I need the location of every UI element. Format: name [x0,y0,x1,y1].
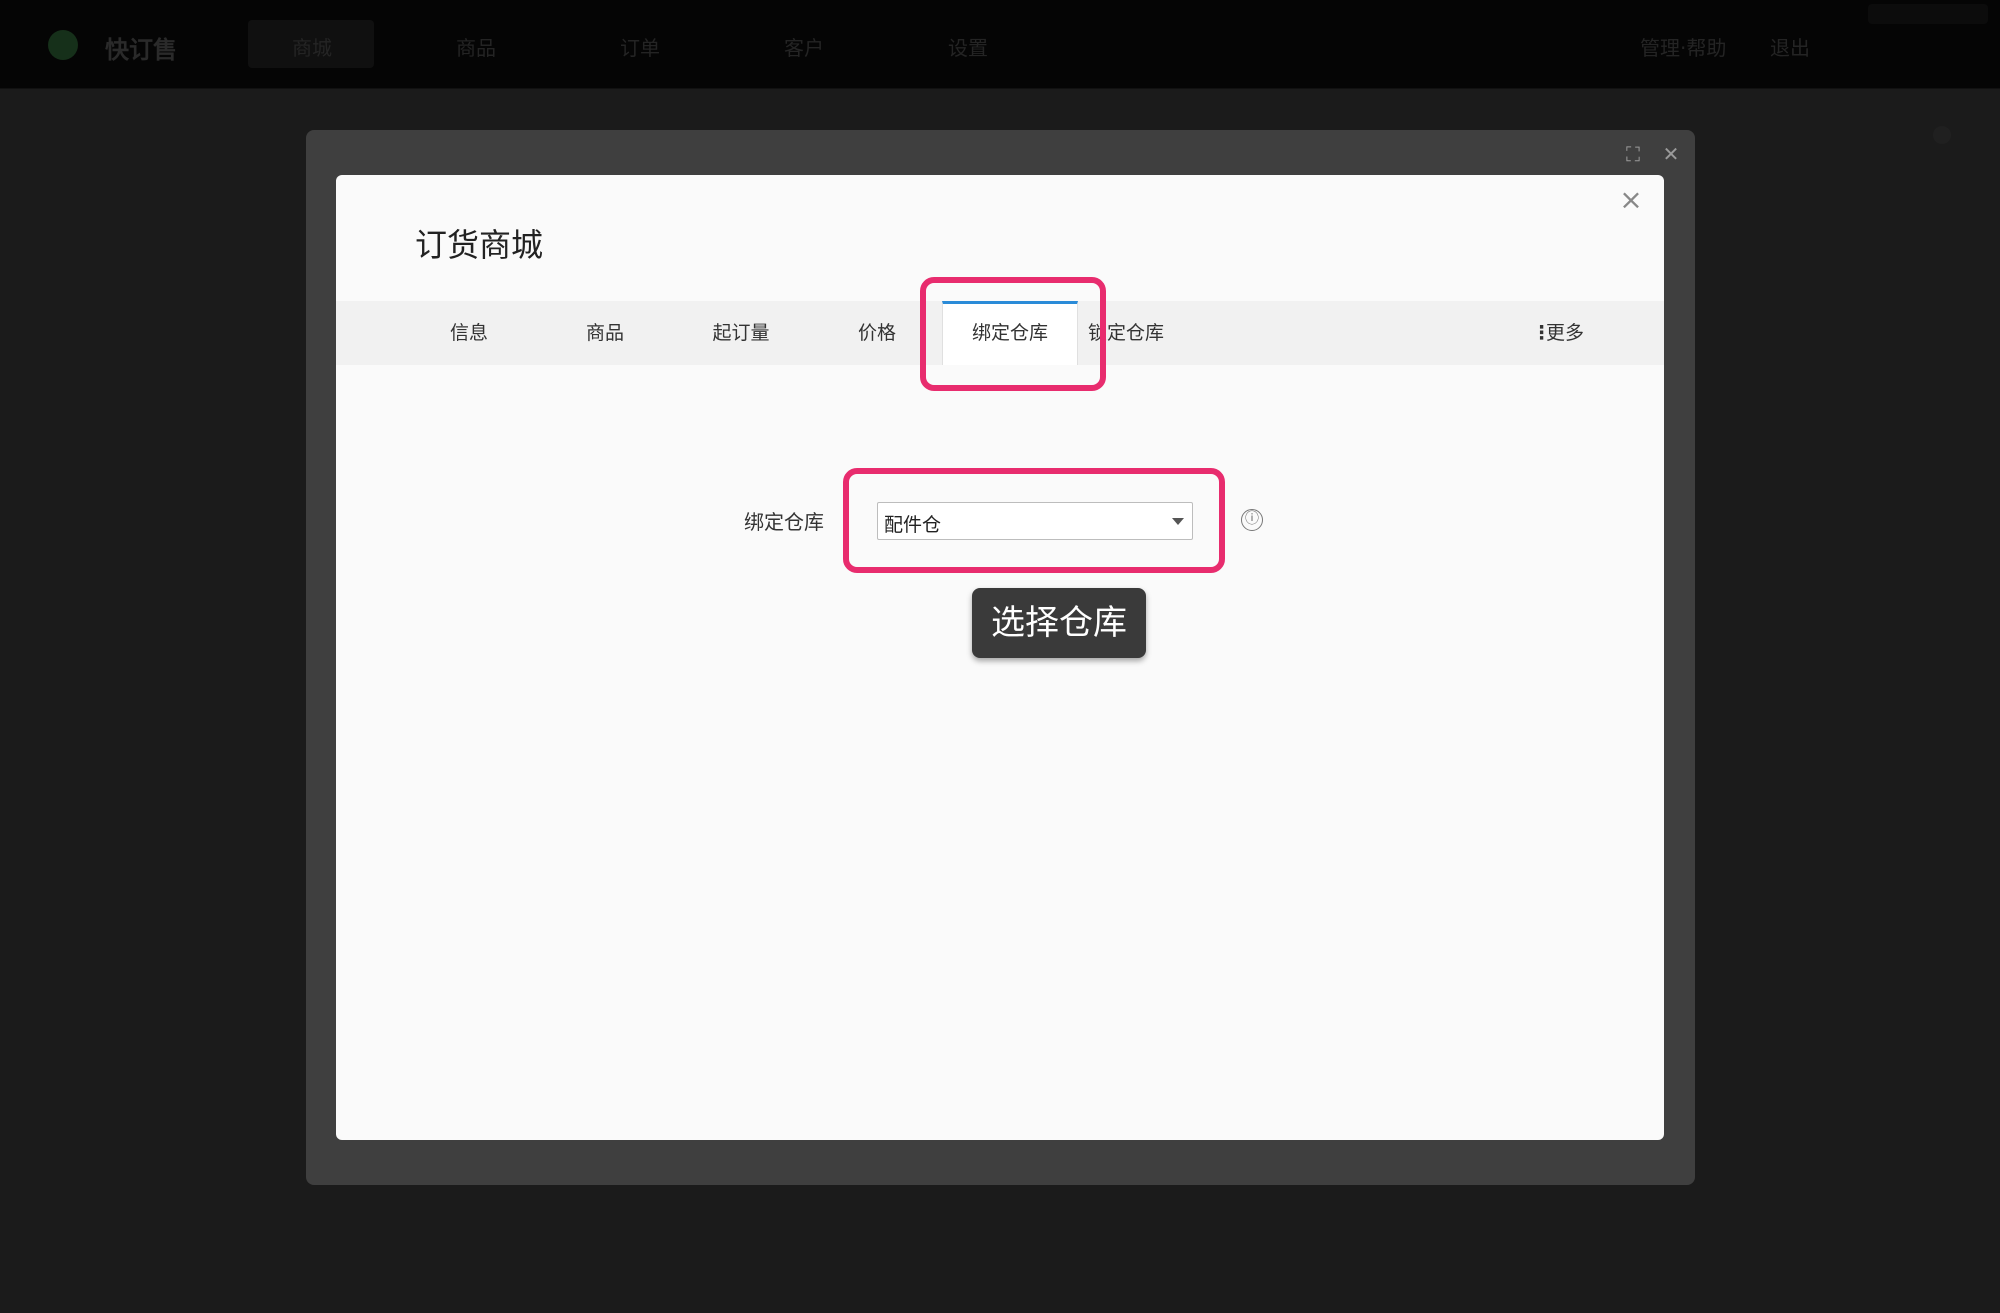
app-logo [48,30,78,60]
outer-close-icon[interactable]: ✕ [1659,142,1683,166]
nav-item-admin-help[interactable]: 管理·帮助 [1640,32,1726,61]
more-label: 更多 [1546,322,1585,344]
nav-item-customers[interactable]: 客户 [784,32,824,61]
highlight-warehouse-select [843,468,1225,573]
close-icon[interactable]: × [1616,185,1646,215]
bind-warehouse-label: 绑定仓库 [744,510,824,534]
more-button[interactable]: ⋮更多 [1532,301,1584,365]
tab-products[interactable]: 商品 [552,301,658,365]
nav-item-mall[interactable]: 商城 [292,32,332,61]
tooltip-select-warehouse: 选择仓库 [972,588,1146,658]
tab-min-order[interactable]: 起订量 [688,301,794,365]
app-topbar: 快订售 商城 商品 订单 客户 设置 管理·帮助 退出 [0,0,2000,89]
info-icon[interactable]: ⓘ [1241,509,1263,531]
app-brand: 快订售 [105,36,177,64]
nav-item-settings[interactable]: 设置 [948,32,988,61]
window-controls[interactable] [1868,4,1988,24]
tab-price[interactable]: 价格 [824,301,930,365]
tab-info[interactable]: 信息 [416,301,522,365]
more-vertical-icon: ⋮ [1532,322,1551,344]
nav-item-logout[interactable]: 退出 [1770,32,1810,61]
nav-item-orders[interactable]: 订单 [620,32,660,61]
nav-item-products[interactable]: 商品 [456,32,496,61]
fullscreen-icon[interactable]: ⛶ [1621,142,1645,166]
background-icon [1933,126,1951,144]
modal-title: 订货商城 [415,226,544,264]
highlight-tab-bind-warehouse [920,277,1106,391]
